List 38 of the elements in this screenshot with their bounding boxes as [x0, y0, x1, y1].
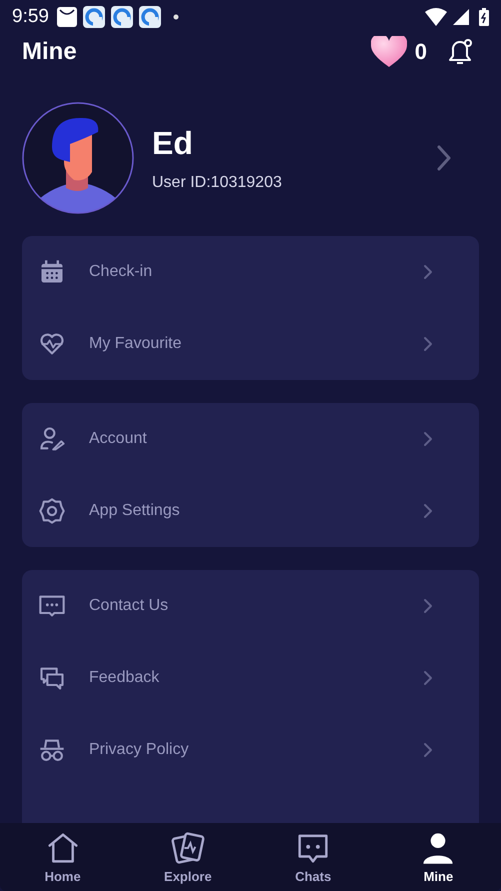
gear-icon	[38, 497, 66, 525]
user-id: User ID:10319203	[152, 174, 283, 192]
chevron-right-icon[interactable]	[437, 145, 451, 171]
signal-icon	[453, 9, 469, 25]
dot-icon	[172, 14, 179, 20]
status-time: 9:59	[12, 6, 49, 28]
menu-item[interactable]: Feedback	[22, 642, 479, 714]
nav-tab[interactable]: Mine	[376, 823, 501, 891]
app-notification-icon	[110, 6, 133, 28]
chevron-right-icon	[421, 503, 433, 519]
nav-tab[interactable]: Explore	[125, 823, 250, 891]
cards-icon	[170, 830, 205, 864]
app-notification-icon	[138, 6, 161, 28]
battery-icon	[479, 8, 489, 26]
wifi-icon	[425, 8, 447, 26]
chevron-right-icon	[421, 431, 433, 447]
chevron-right-icon	[421, 598, 433, 614]
nav-tab[interactable]: Chats	[250, 823, 376, 891]
user-name: Ed	[152, 124, 194, 162]
chevron-right-icon	[421, 742, 433, 758]
user-icon	[421, 830, 456, 864]
app-notification-icon	[82, 6, 105, 28]
menu-item[interactable]: Privacy Policy	[22, 714, 479, 786]
mail-icon	[56, 7, 77, 27]
home-icon	[46, 830, 80, 864]
page-title: Mine	[22, 38, 78, 66]
menu-item[interactable]: Contact Us	[22, 570, 479, 642]
chevron-right-icon	[421, 670, 433, 686]
chevron-right-icon	[421, 264, 433, 280]
menu-item[interactable]: App Settings	[22, 475, 479, 547]
likes-count: 0	[414, 39, 427, 65]
user-edit-icon	[38, 425, 66, 453]
nav-tab[interactable]: Home	[0, 823, 126, 891]
chevron-right-icon	[421, 336, 433, 352]
menu-item[interactable]: Check-in	[22, 236, 479, 308]
menu-item[interactable]: Account	[22, 403, 479, 475]
heart-icon[interactable]	[370, 36, 407, 68]
menu-item[interactable]: My Favourite	[22, 308, 479, 380]
